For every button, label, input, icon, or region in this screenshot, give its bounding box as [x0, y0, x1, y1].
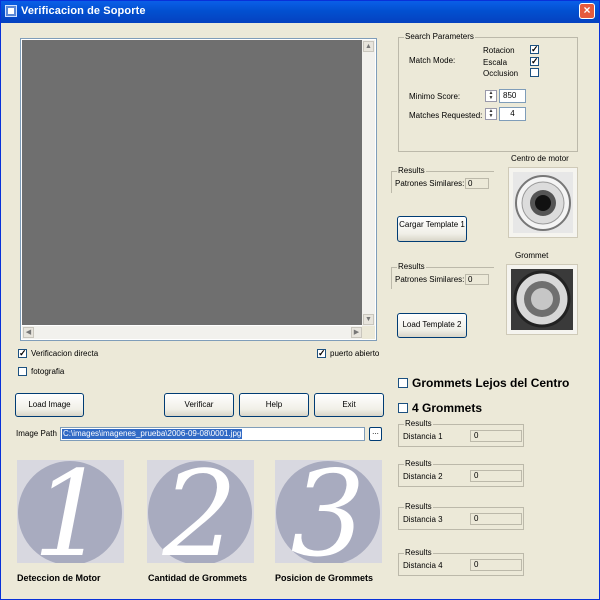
- image-path-label: Image Path: [16, 429, 57, 438]
- exit-button[interactable]: Exit: [314, 393, 384, 417]
- occlusion-label: Occlusion: [483, 69, 519, 78]
- load-image-button[interactable]: Load Image: [15, 393, 84, 417]
- rotacion-checkbox[interactable]: [530, 44, 539, 55]
- close-button[interactable]: ×: [579, 3, 595, 19]
- scroll-left-arrow-icon[interactable]: ◀: [23, 327, 34, 338]
- grommets-lejos-check-icon[interactable]: [398, 378, 408, 388]
- distancia-2-label: Distancia 2: [403, 472, 443, 481]
- distancia-3-value: 0: [470, 513, 522, 525]
- step-2-tile: 2: [147, 460, 254, 563]
- distancia-2-value: 0: [470, 470, 522, 482]
- image-path-value: C:\images\imagenes_prueba\2006-09-08\000…: [62, 429, 243, 439]
- scroll-corner: [362, 326, 375, 339]
- distancia-4-group: Results Distancia 4 0: [398, 548, 524, 576]
- matches-requested-input[interactable]: 4: [499, 107, 526, 121]
- step-3-label: Posicion de Grommets: [275, 573, 374, 583]
- occlusion-checkbox[interactable]: [530, 68, 539, 77]
- motor-center-image-icon: [513, 172, 573, 233]
- distancia-3-results-title: Results: [404, 502, 433, 512]
- image-path-input[interactable]: C:\images\imagenes_prueba\2006-09-08\000…: [60, 427, 365, 441]
- distancia-1-results-title: Results: [404, 419, 433, 429]
- load-template-2-button[interactable]: Load Template 2: [397, 313, 467, 338]
- verificacion-directa-check-icon[interactable]: [18, 348, 27, 358]
- step-2-label: Cantidad de Grommets: [148, 573, 248, 583]
- grommet-template-image: [506, 264, 578, 335]
- browse-button[interactable]: ...: [369, 427, 382, 441]
- distancia-1-value: 0: [470, 430, 522, 442]
- distancia-1-label: Distancia 1: [403, 432, 443, 441]
- template-2-results-title: Results: [397, 262, 426, 272]
- image-display-area: [22, 40, 363, 325]
- step-1-graphic: 1: [18, 460, 122, 563]
- vertical-scrollbar[interactable]: ▲ ▼: [362, 40, 375, 326]
- step-3-number: 3: [290, 460, 365, 563]
- minimo-score-spin-icon[interactable]: ▲ ▼: [485, 90, 497, 102]
- title-bar[interactable]: Verificacion de Soporte ×: [1, 1, 599, 23]
- distancia-3-group: Results Distancia 3 0: [398, 502, 524, 530]
- template-1-patrones-label: Patrones Similares:: [395, 179, 465, 188]
- image-viewer[interactable]: ▲ ▼ ◀ ▶: [20, 38, 377, 341]
- help-button[interactable]: Help: [239, 393, 309, 417]
- step-1-number: 1: [32, 460, 107, 563]
- distancia-3-label: Distancia 3: [403, 515, 443, 524]
- cuatro-grommets-check-icon[interactable]: [398, 403, 408, 413]
- rotacion-label: Rotacion: [483, 46, 515, 55]
- centro-de-motor-template-image: [508, 167, 578, 238]
- step-2-number: 2: [161, 460, 237, 563]
- step-2-graphic: 2: [148, 460, 252, 563]
- template-1-results-title: Results: [397, 166, 426, 176]
- distancia-2-results-title: Results: [404, 459, 433, 469]
- template-1-patrones-value: 0: [465, 178, 489, 189]
- step-1-label: Deteccion de Motor: [17, 573, 101, 583]
- app-icon: [5, 5, 17, 17]
- distancia-4-value: 0: [470, 559, 522, 571]
- distancia-4-results-title: Results: [404, 548, 433, 558]
- template-2-patrones-label: Patrones Similares:: [395, 275, 465, 284]
- scroll-down-arrow-icon[interactable]: ▼: [363, 314, 374, 325]
- cargar-template-1-button[interactable]: Cargar Template 1: [397, 216, 467, 242]
- step-1-tile: 1: [17, 460, 124, 563]
- match-mode-label: Match Mode:: [409, 56, 456, 65]
- escala-checkbox[interactable]: [530, 56, 539, 67]
- search-parameters-title: Search Parameters: [404, 32, 475, 42]
- scroll-up-arrow-icon[interactable]: ▲: [363, 41, 374, 52]
- search-parameters-group: Search Parameters Match Mode: Rotacion E…: [398, 32, 578, 152]
- matches-requested-label: Matches Requested:: [409, 111, 483, 120]
- scroll-right-arrow-icon[interactable]: ▶: [351, 327, 362, 338]
- verificar-button[interactable]: Verificar: [164, 393, 234, 417]
- window-title: Verificacion de Soporte: [21, 5, 146, 17]
- step-3-tile: 3: [275, 460, 382, 563]
- minimo-score-label: Minimo Score:: [409, 92, 461, 101]
- template-2-results-group: Results Patrones Similares: 0: [391, 262, 494, 289]
- application-window: Verificacion de Soporte × ▲ ▼ ◀ ▶ Verifi…: [0, 0, 600, 600]
- template-2-patrones-value: 0: [465, 274, 489, 285]
- minimo-score-input[interactable]: 850: [499, 89, 526, 103]
- minimo-score-spinner[interactable]: ▲ ▼ 850: [485, 89, 526, 103]
- template-1-results-group: Results Patrones Similares: 0: [391, 166, 494, 193]
- centro-de-motor-caption: Centro de motor: [511, 154, 569, 163]
- matches-requested-spin-icon[interactable]: ▲ ▼: [485, 108, 497, 120]
- grommet-caption: Grommet: [515, 251, 549, 260]
- escala-label: Escala: [483, 58, 508, 67]
- matches-requested-spinner[interactable]: ▲ ▼ 4: [485, 107, 526, 121]
- distancia-4-label: Distancia 4: [403, 561, 443, 570]
- step-3-graphic: 3: [276, 460, 380, 563]
- grommet-image-icon: [511, 269, 573, 330]
- fotografia-check-icon[interactable]: [18, 367, 27, 376]
- distancia-1-group: Results Distancia 1 0: [398, 419, 524, 447]
- distancia-2-group: Results Distancia 2 0: [398, 459, 524, 487]
- horizontal-scrollbar[interactable]: ◀ ▶: [22, 326, 363, 339]
- puerto-abierto-check-icon[interactable]: [317, 348, 326, 358]
